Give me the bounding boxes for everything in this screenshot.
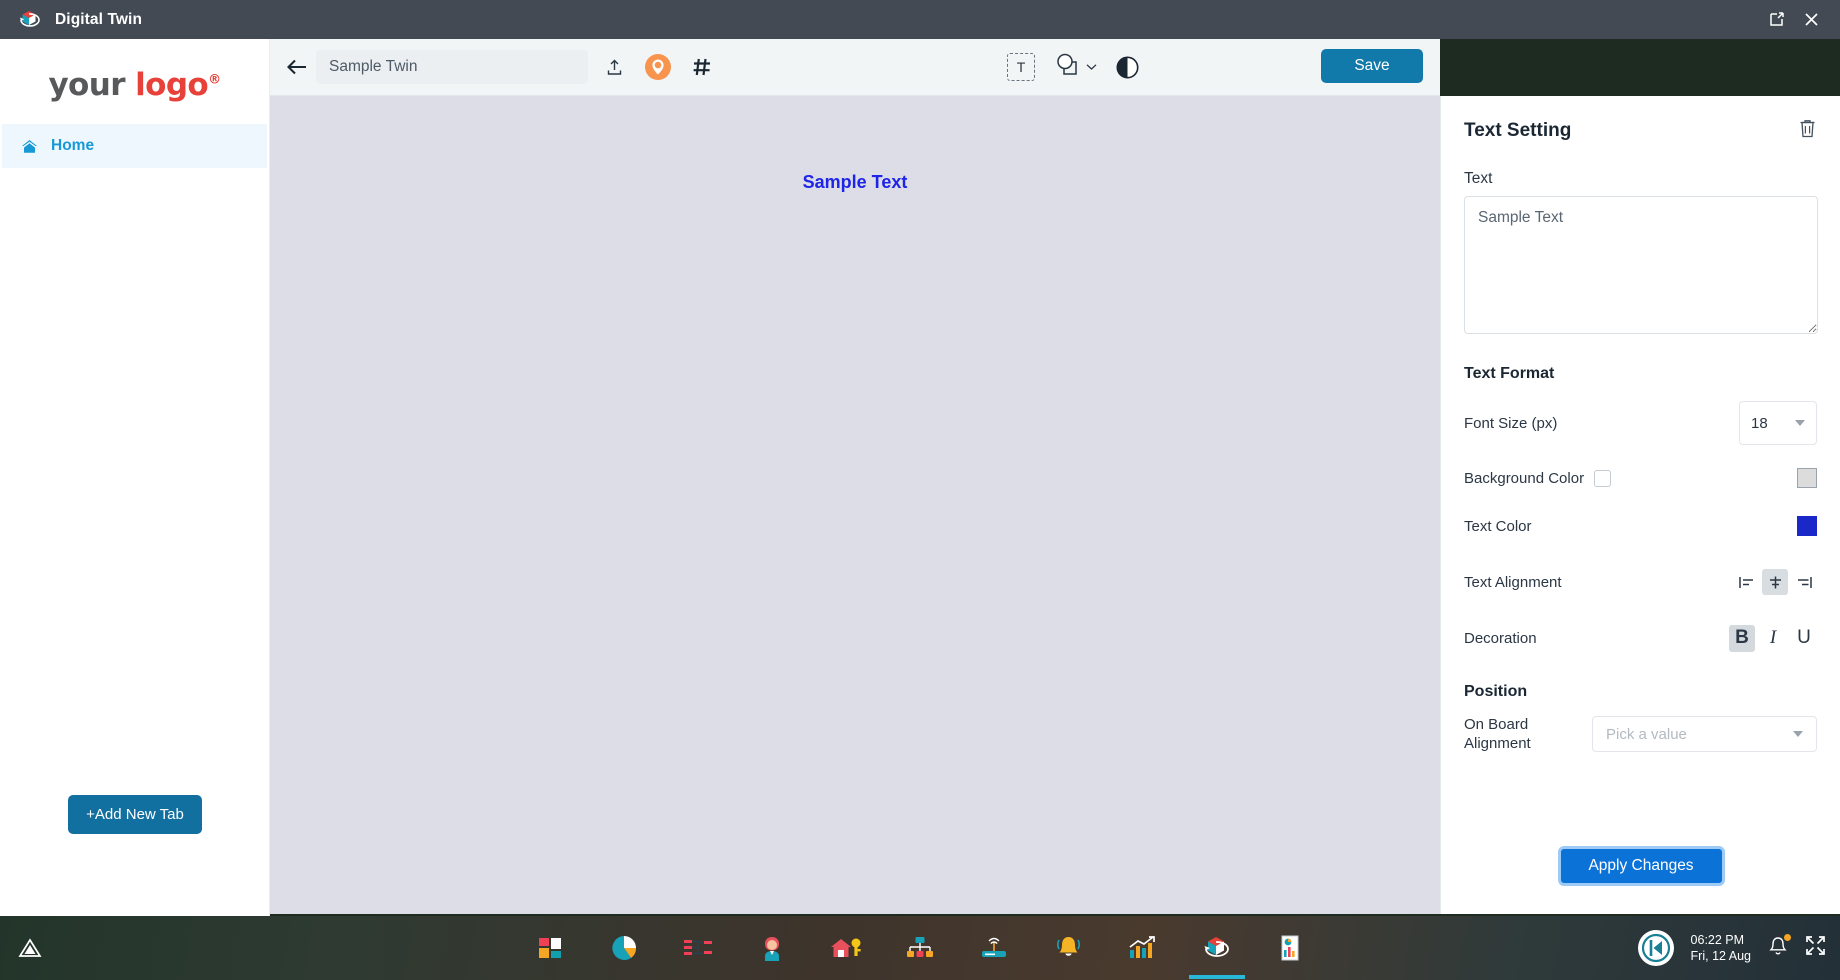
notification-badge bbox=[1784, 933, 1791, 941]
background-color-swatch[interactable] bbox=[1797, 468, 1817, 488]
board-alignment-label-line2: Alignment bbox=[1464, 735, 1531, 752]
board-alignment-select[interactable]: Pick a value bbox=[1592, 716, 1817, 752]
dashboard-tiles-icon[interactable] bbox=[533, 931, 567, 965]
report-document-icon[interactable] bbox=[1273, 931, 1307, 965]
canvas-text-object[interactable]: Sample Text bbox=[270, 172, 1440, 193]
text-color-row: Text Color bbox=[1464, 511, 1817, 541]
align-left-icon[interactable] bbox=[1733, 569, 1759, 595]
add-new-tab-wrap: +Add New Tab bbox=[0, 795, 270, 834]
bold-icon[interactable]: B bbox=[1729, 624, 1755, 652]
board-alignment-row: On Board Alignment Pick a value bbox=[1464, 715, 1817, 753]
warning-triangle-icon[interactable] bbox=[12, 937, 48, 959]
system-tray: 06:22 PM Fri, 12 Aug bbox=[1637, 930, 1826, 966]
close-window-icon[interactable] bbox=[1794, 5, 1828, 35]
sidebar-item-home[interactable]: Home bbox=[2, 124, 267, 168]
add-new-tab-button[interactable]: +Add New Tab bbox=[68, 795, 202, 834]
shape-tool-icon bbox=[1054, 52, 1081, 82]
logo-registered-mark: ® bbox=[208, 72, 221, 88]
org-chart-icon[interactable] bbox=[903, 931, 937, 965]
panel-header: Text Setting bbox=[1464, 118, 1817, 144]
font-size-select[interactable]: 18 bbox=[1739, 401, 1817, 445]
save-button-wrap: Save bbox=[1321, 49, 1423, 83]
process-flow-icon[interactable] bbox=[681, 931, 715, 965]
text-alignment-row: Text Alignment bbox=[1464, 567, 1817, 597]
font-size-value: 18 bbox=[1751, 414, 1768, 432]
background-color-row: Background Color bbox=[1464, 463, 1817, 493]
text-format-heading: Text Format bbox=[1464, 365, 1555, 382]
font-size-row: Font Size (px) 18 bbox=[1464, 401, 1817, 445]
background-color-label: Background Color bbox=[1464, 469, 1585, 487]
fullscreen-icon[interactable] bbox=[1805, 935, 1826, 961]
os-taskbar: 06:22 PM Fri, 12 Aug bbox=[0, 916, 1840, 980]
background-color-checkbox[interactable] bbox=[1594, 469, 1612, 487]
editor-toolbar: T bbox=[270, 39, 1440, 96]
italic-icon[interactable]: I bbox=[1760, 625, 1786, 652]
apply-changes-button[interactable]: Apply Changes bbox=[1557, 846, 1725, 886]
contrast-icon[interactable] bbox=[1116, 56, 1139, 79]
underline-icon[interactable]: U bbox=[1791, 625, 1817, 652]
router-antenna-icon[interactable] bbox=[977, 931, 1011, 965]
panel-title: Text Setting bbox=[1464, 120, 1572, 141]
home-icon bbox=[21, 139, 43, 154]
twin-canvas[interactable]: Sample Text bbox=[270, 96, 1440, 914]
location-pin-icon[interactable] bbox=[640, 49, 676, 85]
sidebar-item-label: Home bbox=[51, 137, 95, 154]
text-color-swatch[interactable] bbox=[1797, 516, 1817, 536]
digital-twin-cube-icon[interactable] bbox=[1189, 931, 1245, 979]
chevron-down-icon bbox=[1086, 58, 1097, 76]
sidebar: your logo® Home +Add New Tab bbox=[0, 39, 270, 916]
clock-date: Fri, 12 Aug bbox=[1690, 949, 1751, 963]
analytics-growth-icon[interactable] bbox=[1125, 931, 1159, 965]
pie-chart-icon[interactable] bbox=[607, 931, 641, 965]
decoration-row: Decoration B I U bbox=[1464, 623, 1817, 653]
clock-time: 06:22 PM bbox=[1690, 933, 1745, 947]
logo-text-part1: your bbox=[48, 66, 136, 103]
chevron-down-icon bbox=[1793, 731, 1803, 737]
board-alignment-placeholder: Pick a value bbox=[1606, 725, 1687, 743]
window-title-bar: Digital Twin bbox=[0, 0, 1840, 39]
save-button[interactable]: Save bbox=[1321, 49, 1423, 83]
text-alignment-group bbox=[1733, 569, 1817, 595]
text-setting-panel: Text Setting Text Text Format Font Size … bbox=[1440, 96, 1840, 914]
position-heading: Position bbox=[1464, 683, 1528, 700]
apply-changes-wrap: Apply Changes bbox=[1441, 846, 1840, 886]
hash-grid-icon[interactable] bbox=[684, 49, 720, 85]
taskbar-app-icons bbox=[533, 931, 1307, 979]
shape-tool-button[interactable] bbox=[1054, 52, 1097, 82]
restore-window-icon[interactable] bbox=[1760, 5, 1794, 35]
upload-icon[interactable] bbox=[596, 49, 632, 85]
logo-text-part2: logo bbox=[135, 66, 209, 103]
align-center-icon[interactable] bbox=[1762, 569, 1788, 595]
chevron-down-icon bbox=[1795, 420, 1805, 426]
alarm-bell-icon[interactable] bbox=[1051, 931, 1085, 965]
align-right-icon[interactable] bbox=[1791, 569, 1817, 595]
board-alignment-label: On Board Alignment bbox=[1464, 715, 1559, 753]
digital-twin-cube-icon bbox=[16, 7, 42, 33]
trash-icon[interactable] bbox=[1798, 118, 1817, 144]
bell-icon[interactable] bbox=[1768, 933, 1791, 962]
font-size-label: Font Size (px) bbox=[1464, 414, 1558, 432]
brand-logo: your logo® bbox=[0, 39, 269, 124]
home-key-icon[interactable] bbox=[829, 931, 863, 965]
app-root: Digital Twin your logo® Home +Add New Ta… bbox=[0, 0, 1840, 980]
text-field-label: Text bbox=[1464, 170, 1493, 187]
twin-name-input[interactable] bbox=[316, 50, 588, 84]
text-tool-icon[interactable]: T bbox=[1007, 53, 1035, 81]
brand-logo-icon[interactable] bbox=[1637, 930, 1674, 966]
board-alignment-label-line1: On Board bbox=[1464, 716, 1529, 733]
app-title: Digital Twin bbox=[55, 10, 143, 28]
text-input[interactable] bbox=[1464, 196, 1818, 334]
taskbar-clock: 06:22 PM Fri, 12 Aug bbox=[1691, 932, 1751, 964]
decoration-label: Decoration bbox=[1464, 629, 1537, 647]
back-arrow-icon[interactable] bbox=[278, 48, 316, 86]
text-color-label: Text Color bbox=[1464, 517, 1532, 535]
text-alignment-label: Text Alignment bbox=[1464, 573, 1562, 591]
operator-avatar-icon[interactable] bbox=[755, 931, 789, 965]
shape-tools-group: T bbox=[1007, 52, 1139, 82]
decoration-group: B I U bbox=[1729, 624, 1817, 652]
